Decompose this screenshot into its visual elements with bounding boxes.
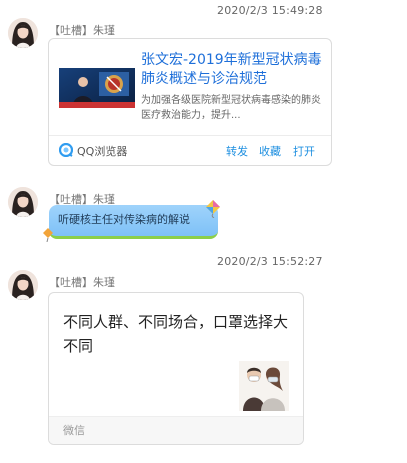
bubble-decoration-icon [43, 228, 53, 242]
avatar-image [8, 187, 38, 217]
card-description: 为加强各级医院新型冠状病毒感染的肺炎医疗救治能力，提升... [141, 95, 321, 121]
card-title[interactable]: 张文宏-2019年新型冠状病毒肺炎概述与诊治规范 [141, 51, 326, 89]
article-thumbnail [239, 361, 289, 411]
link-share-card[interactable]: 张文宏-2019年新型冠状病毒肺炎概述与诊治规范 为加强各级医院新型冠状病毒感染… [48, 38, 332, 166]
favorite-button[interactable]: 收藏 [259, 143, 281, 159]
timestamp: 2020/2/3 15:49:28 [217, 4, 323, 17]
avatar-image [8, 270, 38, 300]
avatar[interactable] [8, 187, 38, 217]
message-bubble[interactable]: 听硬核主任对传染病的解说 [49, 205, 218, 239]
open-button[interactable]: 打开 [293, 143, 315, 159]
card-footer: 微信 [49, 416, 303, 444]
kite-icon [206, 200, 220, 218]
avatar[interactable] [8, 270, 38, 300]
card-footer: QQ浏览器 转发 收藏 打开 [49, 135, 331, 165]
news-thumbnail [59, 68, 135, 108]
qq-browser-icon [59, 143, 73, 157]
article-title[interactable]: 不同人群、不同场合，口罩选择大不同 [63, 310, 295, 358]
card-source: 微信 [63, 424, 85, 437]
avatar[interactable] [8, 18, 38, 48]
sender-name: 【吐槽】朱瑾 [49, 276, 115, 289]
forward-button[interactable]: 转发 [226, 143, 248, 159]
bubble-text: 听硬核主任对传染病的解说 [58, 213, 190, 226]
sender-name: 【吐槽】朱瑾 [49, 24, 115, 37]
avatar-image [8, 18, 38, 48]
timestamp: 2020/2/3 15:52:27 [217, 255, 323, 268]
card-source: QQ浏览器 [77, 145, 128, 158]
wechat-article-card[interactable]: 不同人群、不同场合，口罩选择大不同 微信 [48, 292, 304, 445]
